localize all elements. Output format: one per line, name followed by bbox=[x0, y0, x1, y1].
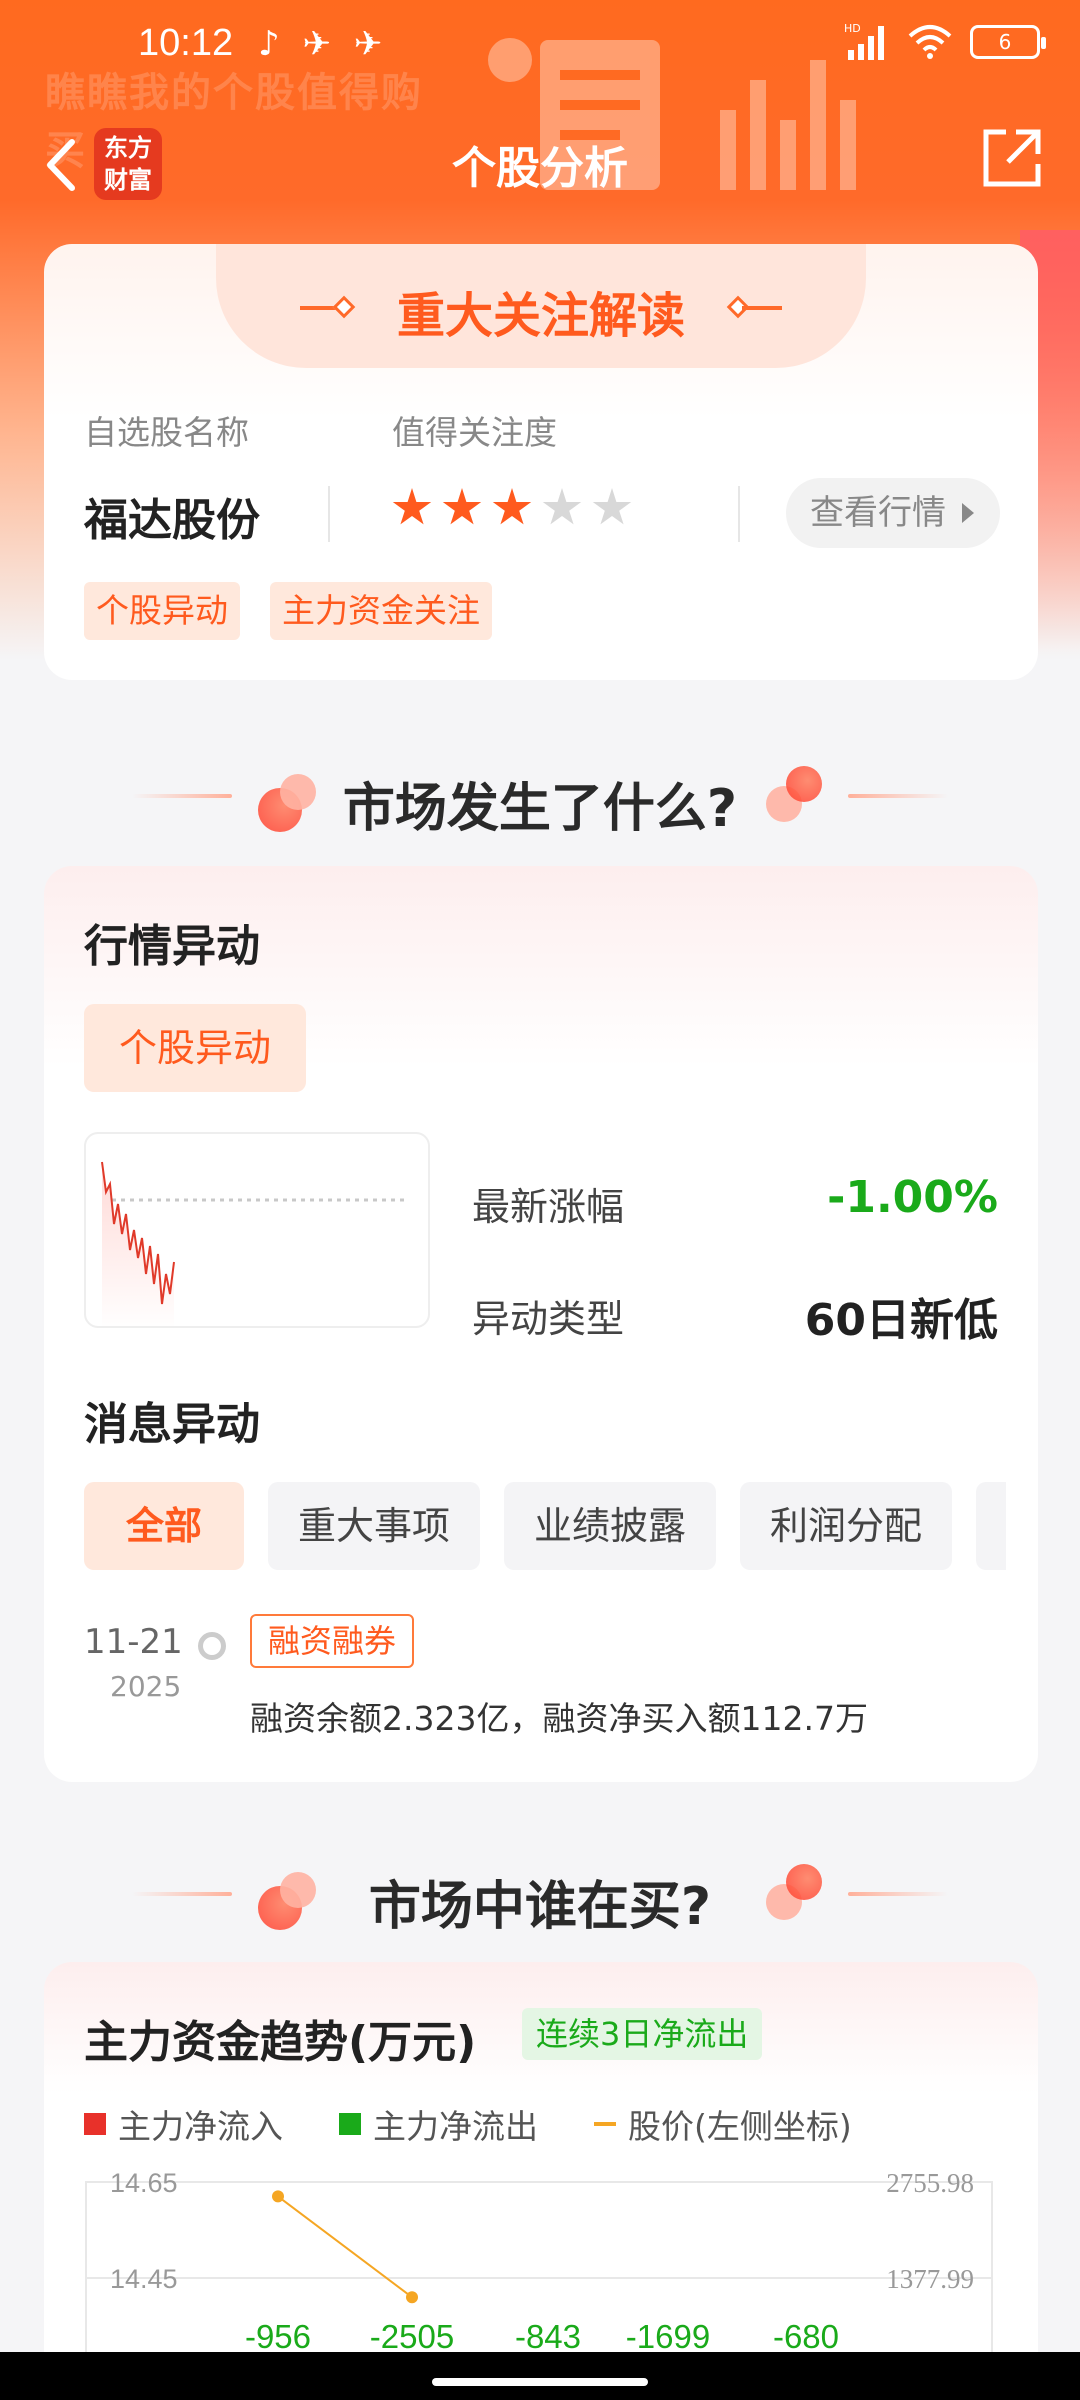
star-filled-icon bbox=[492, 488, 532, 525]
section-line-right bbox=[848, 1892, 948, 1896]
net-flow-label: -956 bbox=[245, 2318, 311, 2355]
focus-card-title: 重大关注解读 bbox=[396, 288, 685, 344]
legend-item-price[interactable]: 股价(左侧坐标) bbox=[594, 2100, 852, 2148]
right-axis-tick: 2755.98 bbox=[886, 2168, 974, 2198]
signal-icon: HD bbox=[844, 22, 884, 60]
net-flow-label: -1699 bbox=[626, 2318, 710, 2355]
battery-icon: 6 bbox=[970, 25, 1046, 59]
section-title: 市场发生了什么? bbox=[342, 779, 738, 839]
section-header-what-happened: 市场发生了什么? bbox=[0, 756, 1080, 839]
fund-trend-title: 主力资金趋势(万元) bbox=[84, 2017, 477, 2068]
title-deco-right bbox=[742, 306, 782, 310]
focus-tag: 主力资金关注 bbox=[270, 582, 492, 640]
news-filter-tabs: 全部 重大事项 业绩披露 利润分配 bbox=[84, 1482, 1007, 1570]
filter-earnings[interactable]: 业绩披露 bbox=[504, 1482, 717, 1570]
news-tag: 融资融券 bbox=[250, 1614, 415, 1668]
timeline-dot-icon bbox=[198, 1632, 226, 1660]
bubble-icon bbox=[786, 1864, 822, 1900]
mini-price-chart bbox=[84, 1132, 430, 1328]
view-quote-button[interactable]: 查看行情 bbox=[786, 478, 1000, 548]
page-title: 个股分析 bbox=[452, 143, 628, 194]
bubble-icon bbox=[786, 766, 822, 802]
legend-item-inflow[interactable]: 主力净流入 bbox=[84, 2100, 283, 2148]
filter-major-events[interactable]: 重大事项 bbox=[268, 1482, 481, 1570]
filter-more-partial[interactable] bbox=[976, 1482, 1007, 1570]
anomaly-type-value: 60日新低 bbox=[804, 1295, 998, 1346]
system-nav-bar bbox=[0, 2352, 1080, 2400]
price-line bbox=[277, 2195, 413, 2298]
market-card: 行情异动 个股异动 最新涨幅 -1.00% 异动类型 60日新低 消息异动 全部… bbox=[44, 866, 1038, 1782]
wifi-icon bbox=[908, 25, 952, 59]
divider bbox=[328, 486, 330, 542]
net-flow-label: -2505 bbox=[370, 2318, 454, 2355]
divider bbox=[738, 486, 740, 542]
star-empty-icon bbox=[542, 488, 582, 525]
stock-name: 福达股份 bbox=[84, 495, 260, 546]
news-date: 11-21 bbox=[84, 1622, 183, 1662]
star-empty-icon bbox=[592, 488, 632, 525]
focus-card: 重大关注解读 自选股名称 值得关注度 福达股份 查看行情 个股异动 主力资金关注 bbox=[44, 244, 1038, 680]
legend-item-outflow[interactable]: 主力净流出 bbox=[339, 2100, 538, 2148]
star-filled-icon bbox=[442, 488, 482, 525]
legend-line bbox=[594, 2122, 616, 2126]
right-axis-tick: 1377.99 bbox=[886, 2264, 974, 2294]
price-point bbox=[272, 2190, 284, 2203]
nav-bar: 东方 财富 个股分析 bbox=[0, 120, 1080, 210]
news-heading: 消息异动 bbox=[84, 1399, 260, 1450]
svg-text:HD: HD bbox=[844, 22, 861, 35]
status-right-icons: HD 6 bbox=[844, 22, 1046, 62]
anomaly-type-label: 异动类型 bbox=[472, 1297, 625, 1341]
stock-anomaly-pill[interactable]: 个股异动 bbox=[84, 1004, 306, 1092]
filter-dividends[interactable]: 利润分配 bbox=[740, 1482, 953, 1570]
price-point bbox=[406, 2291, 418, 2304]
attention-label: 值得关注度 bbox=[392, 413, 557, 452]
stock-name-label: 自选股名称 bbox=[84, 413, 249, 452]
section-line-right bbox=[848, 794, 948, 798]
latest-change-value: -1.00% bbox=[827, 1172, 998, 1223]
net-flow-label: -680 bbox=[773, 2318, 839, 2355]
status-time: 10:12 bbox=[138, 22, 234, 64]
outflow-badge: 连续3日净流出 bbox=[522, 2008, 763, 2060]
star-filled-icon bbox=[392, 488, 432, 525]
left-axis-tick: 14.65 bbox=[110, 2168, 178, 2198]
net-flow-label: -843 bbox=[515, 2318, 581, 2355]
news-year: 2025 bbox=[110, 1670, 182, 1703]
chart-legend: 主力净流入 主力净流出 股价(左侧坐标) bbox=[84, 2100, 852, 2148]
legend-swatch bbox=[339, 2113, 361, 2135]
notification-icons: ♪ ✈ ✈ bbox=[258, 24, 389, 64]
left-axis-tick: 14.45 bbox=[110, 2264, 178, 2294]
mini-chart-area bbox=[102, 1162, 174, 1326]
latest-change-label: 最新涨幅 bbox=[472, 1185, 625, 1229]
legend-swatch bbox=[84, 2113, 106, 2135]
market-heading: 行情异动 bbox=[84, 921, 260, 972]
section-title: 市场中谁在买? bbox=[368, 1877, 712, 1937]
news-text[interactable]: 融资余额2.323亿，融资净买入额112.7万 bbox=[250, 1692, 868, 1740]
share-icon[interactable] bbox=[980, 126, 1044, 190]
status-bar: 10:12 ♪ ✈ ✈ HD 6 bbox=[0, 0, 1080, 95]
focus-tag: 个股异动 bbox=[84, 582, 240, 640]
caret-right-icon bbox=[962, 503, 974, 523]
home-handle[interactable] bbox=[432, 2378, 648, 2386]
filter-all[interactable]: 全部 bbox=[84, 1482, 245, 1570]
attention-rating bbox=[392, 488, 632, 528]
section-header-who-buys: 市场中谁在买? bbox=[0, 1854, 1080, 1937]
fund-trend-card: 主力资金趋势(万元) 连续3日净流出 主力净流入 主力净流出 股价(左侧坐标) … bbox=[44, 1962, 1038, 2400]
